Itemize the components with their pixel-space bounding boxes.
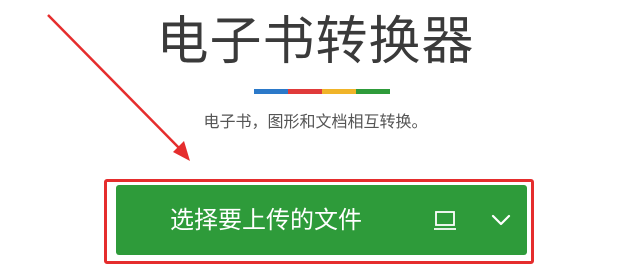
choose-file-label: 选择要上传的文件 — [170, 206, 362, 234]
device-icon[interactable] — [430, 205, 460, 235]
button-divider — [416, 185, 417, 255]
converter-page: 电子书转换器 电子书，图形和文档相互转换。 选择要上传的文件 — [0, 0, 631, 269]
page-title: 电子书转换器 — [156, 12, 475, 72]
choose-file-button[interactable]: 选择要上传的文件 — [116, 185, 527, 255]
page-subtitle: 电子书，图形和文档相互转换。 — [203, 112, 428, 131]
color-bar-red — [288, 89, 322, 94]
color-bar-green — [356, 89, 390, 94]
color-bar-blue — [254, 89, 288, 94]
brand-color-bar — [254, 89, 390, 94]
color-bar-yellow — [322, 89, 356, 94]
chevron-down-icon[interactable] — [486, 205, 516, 235]
